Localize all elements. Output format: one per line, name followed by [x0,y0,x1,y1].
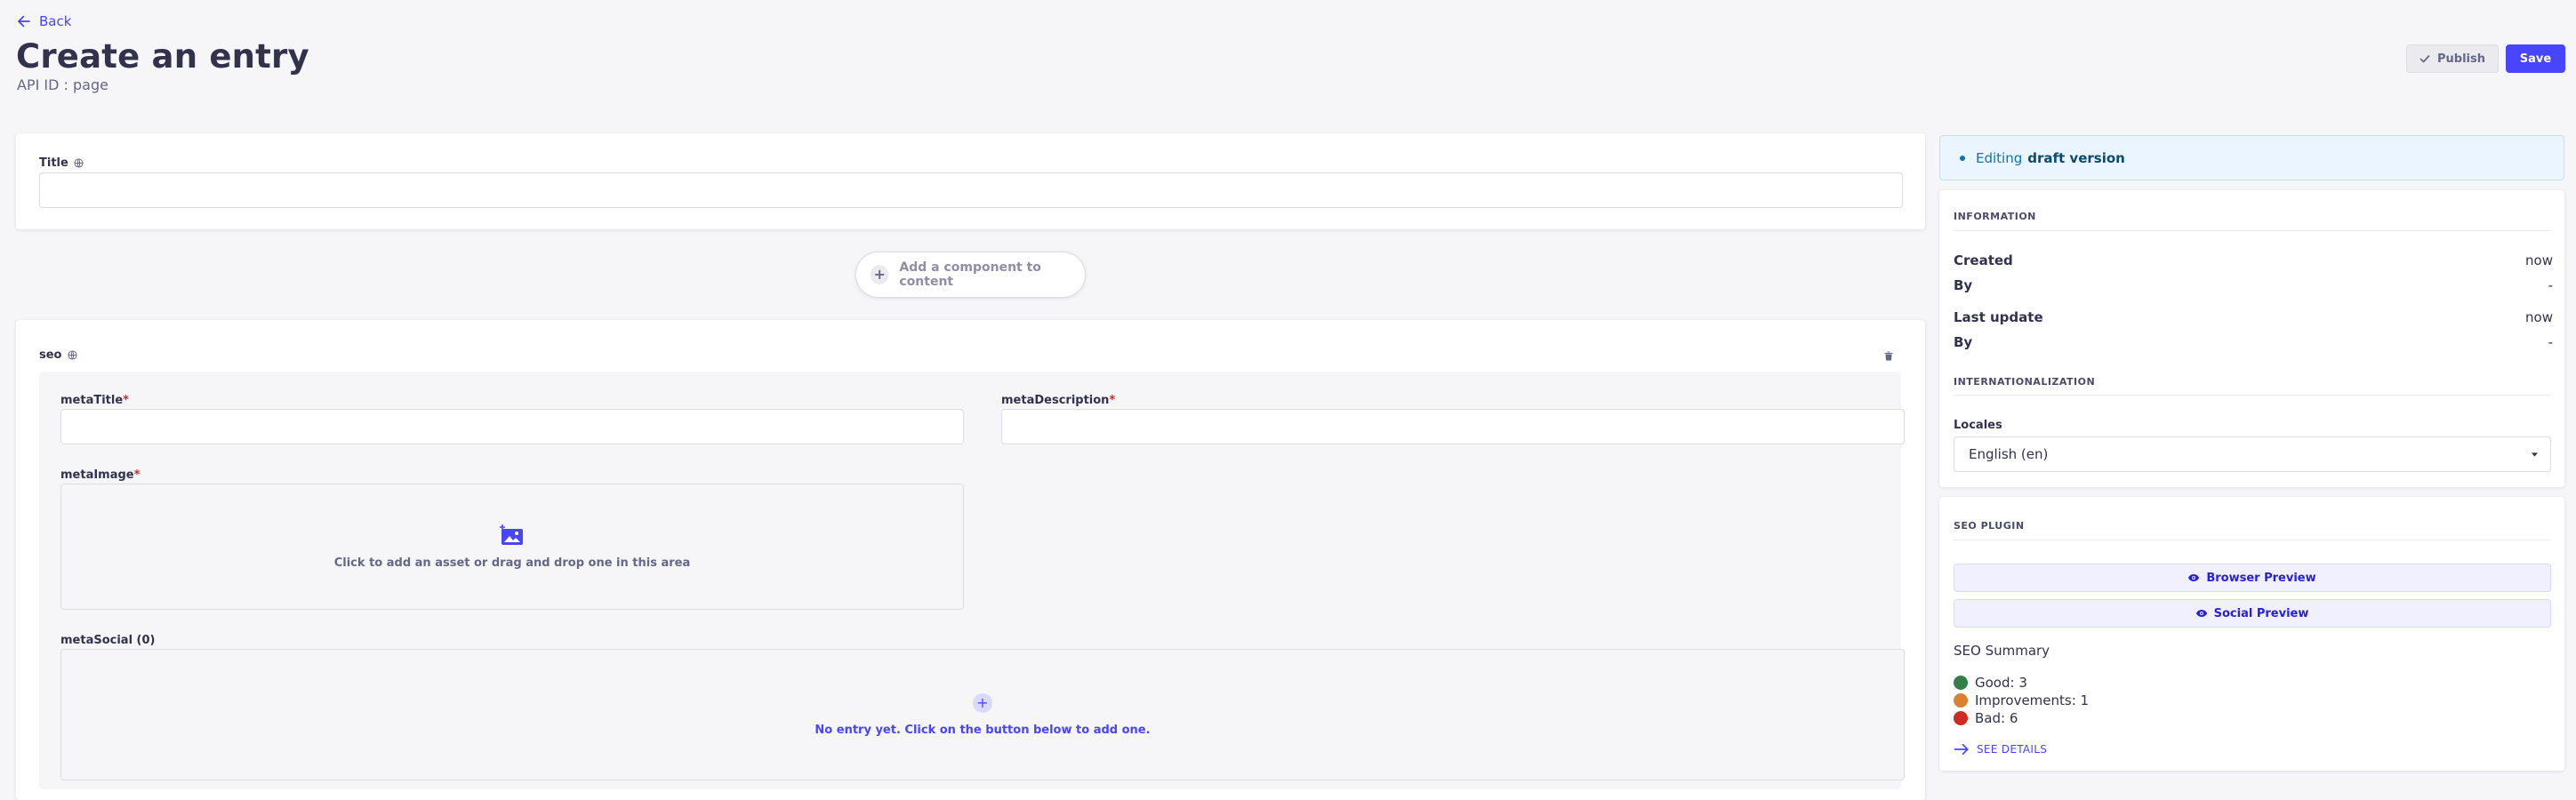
locale-select[interactable]: English (en) [1954,436,2551,472]
created-by-label: By [1954,277,1973,293]
created-by-value: - [2548,277,2553,293]
updated-value: now [2525,309,2553,325]
title-input[interactable] [39,172,1903,208]
locales-label: Locales [1954,419,2002,432]
arrow-left-icon [18,15,30,28]
title-card: Title [16,133,1925,229]
publish-button[interactable]: Publish [2406,44,2499,73]
bad-indicator [1954,711,1968,725]
meta-social-label-text: metaSocial (0) [60,634,156,647]
seo-component-card: seo metaTitle* metaDescription* metaImag… [16,320,1925,800]
seo-summary-title: SEO Summary [1954,643,2050,659]
social-preview-label: Social Preview [2213,606,2309,620]
browser-preview-label: Browser Preview [2206,571,2316,585]
eye-icon [2188,574,2200,581]
meta-description-label: metaDescription* [1001,394,1115,407]
draft-version-banner: Editing draft version [1939,135,2564,180]
caret-down-icon [2532,452,2538,457]
image-add-icon [500,524,523,545]
information-panel: INFORMATION Created now By - Last update… [1939,190,2564,487]
required-mark: * [133,468,140,482]
improvements-indicator [1954,693,1968,708]
good-indicator [1954,676,1968,690]
updated-by-row: By - [1954,334,2553,350]
meta-title-label: metaTitle* [60,394,129,407]
back-link[interactable]: Back [16,13,71,29]
check-icon [2420,55,2430,63]
meta-image-label: metaImage* [60,468,140,482]
meta-description-input[interactable] [1001,409,1905,444]
meta-social-empty-state: + No entry yet. Click on the button belo… [60,649,1905,780]
see-details-label: SEE DETAILS [1977,743,2048,756]
title-field-label: Title [39,156,84,170]
meta-image-dropzone[interactable]: Click to add an asset or drag and drop o… [60,484,964,610]
publish-label: Publish [2437,52,2485,66]
created-row: Created now [1954,252,2553,268]
good-stat: Good: 3 [1954,675,2027,691]
required-mark: * [1109,394,1116,407]
browser-preview-button[interactable]: Browser Preview [1954,564,2551,592]
divider [1954,230,2551,231]
meta-title-label-text: metaTitle [60,394,124,407]
api-id: API ID : page [17,76,108,93]
meta-image-drop-text: Click to add an asset or drag and drop o… [333,556,691,570]
improvements-stat: Improvements: 1 [1954,692,2089,708]
plus-icon: + [871,265,889,284]
updated-by-label: By [1954,334,1973,350]
divider [1954,395,2551,396]
bad-stat: Bad: 6 [1954,710,2018,726]
created-label: Created [1954,252,2013,268]
bullet-icon [1960,155,1965,161]
add-component-button[interactable]: + Add a component to content [855,252,1086,298]
meta-image-label-text: metaImage [60,468,134,482]
bad-text: Bad: 6 [1975,710,2018,726]
created-value: now [2525,252,2553,268]
seo-label: seo [39,348,77,362]
arrow-right-icon [1954,743,1969,756]
draft-prefix: Editing [1976,149,2023,166]
globe-icon [74,158,84,168]
seo-label-text: seo [39,348,62,362]
locale-select-value: English (en) [1969,446,2049,462]
updated-by-value: - [2548,334,2553,350]
page-title: Create an entry [16,37,309,76]
meta-title-input[interactable] [60,409,964,444]
meta-description-label-text: metaDescription [1001,394,1110,407]
save-label: Save [2519,52,2552,66]
updated-label: Last update [1954,309,2043,325]
created-by-row: By - [1954,277,2553,293]
updated-row: Last update now [1954,309,2553,325]
seo-plugin-panel: SEO PLUGIN Browser Preview Social Previe… [1939,497,2564,771]
add-entry-icon[interactable]: + [973,692,992,713]
see-details-link[interactable]: SEE DETAILS [1954,742,2047,756]
seo-fields-area: metaTitle* metaDescription* metaImage* C… [39,372,1905,789]
globe-icon [67,350,77,360]
trash-icon[interactable] [1883,350,1894,362]
social-preview-button[interactable]: Social Preview [1954,599,2551,628]
eye-icon [2195,610,2207,617]
i18n-title: INTERNATIONALIZATION [1954,376,2096,388]
meta-social-empty-text: No entry yet. Click on the button below … [815,723,1151,737]
seo-plugin-title: SEO PLUGIN [1954,520,2025,532]
information-title: INFORMATION [1954,211,2036,222]
add-component-label: Add a component to content [899,260,1041,289]
good-text: Good: 3 [1975,675,2027,691]
draft-highlight: draft version [2027,149,2125,166]
required-mark: * [123,394,129,407]
back-label: Back [39,13,72,29]
save-button[interactable]: Save [2506,44,2565,73]
meta-social-label: metaSocial (0) [60,634,156,647]
title-label-text: Title [39,156,68,170]
improvements-text: Improvements: 1 [1975,692,2090,708]
